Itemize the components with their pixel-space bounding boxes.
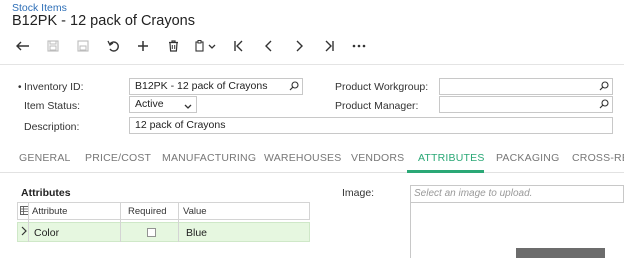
active-tab-indicator (407, 170, 484, 173)
attributes-grid: Attribute Required Value Color Blue (17, 202, 310, 242)
undo-icon[interactable] (98, 36, 128, 56)
search-icon[interactable] (599, 99, 609, 112)
column-header-value[interactable]: Value (183, 206, 207, 217)
description-label: Description: (24, 121, 80, 133)
column-divider (120, 202, 121, 242)
row-expand-icon[interactable] (21, 226, 27, 239)
description-field[interactable]: 12 pack of Crayons (129, 117, 613, 134)
page-title: B12PK - 12 pack of Crayons (12, 13, 195, 29)
previous-icon[interactable] (254, 36, 284, 56)
inventory-id-label: Inventory ID: (24, 81, 84, 93)
tab-manufacturing[interactable]: MANUFACTURING (162, 152, 256, 164)
back-arrow-icon[interactable] (8, 36, 38, 56)
column-header-attribute[interactable]: Attribute (32, 206, 67, 217)
inventory-id-field[interactable]: B12PK - 12 pack of Crayons (129, 78, 303, 95)
table-row[interactable]: Color Blue (17, 222, 310, 242)
required-checkbox[interactable] (147, 228, 156, 240)
tab-warehouses[interactable]: WAREHOUSES (264, 152, 341, 164)
inventory-id-value: B12PK - 12 pack of Crayons (135, 80, 268, 92)
page-header: Stock Items B12PK - 12 pack of Crayons (0, 0, 624, 60)
required-indicator: • (18, 82, 22, 93)
attributes-title: Attributes (21, 187, 71, 199)
tab-bar: GENERAL PRICE/COST MANUFACTURING WAREHOU… (0, 148, 624, 173)
product-manager-field[interactable] (439, 96, 613, 113)
chevron-down-icon (184, 101, 192, 113)
toolbar (8, 36, 374, 56)
save-icon[interactable] (38, 36, 68, 56)
save-close-icon[interactable] (68, 36, 98, 56)
search-icon[interactable] (599, 81, 609, 94)
image-upload-field[interactable]: Select an image to upload. (410, 185, 624, 203)
last-icon[interactable] (314, 36, 344, 56)
copy-paste-icon[interactable] (188, 36, 224, 56)
column-divider (28, 202, 29, 242)
first-icon[interactable] (224, 36, 254, 56)
column-divider (178, 202, 179, 242)
delete-icon[interactable] (158, 36, 188, 56)
column-header-required[interactable]: Required (128, 206, 167, 217)
image-label: Image: (342, 187, 375, 199)
tab-cross-ref[interactable]: CROSS-REF (572, 152, 624, 164)
tab-vendors[interactable]: VENDORS (351, 152, 404, 164)
item-status-select[interactable]: Active (129, 96, 197, 113)
next-icon[interactable] (284, 36, 314, 56)
product-workgroup-label: Product Workgroup: (335, 81, 429, 93)
description-value: 12 pack of Crayons (135, 119, 226, 131)
attribute-cell: Color (34, 227, 60, 239)
item-status-value: Active (135, 98, 164, 110)
product-workgroup-field[interactable] (439, 78, 613, 95)
item-status-label: Item Status: (24, 100, 81, 112)
more-icon[interactable] (344, 36, 374, 56)
image-placeholder-block (516, 248, 605, 258)
grid-header: Attribute Required Value (17, 202, 310, 220)
value-cell[interactable]: Blue (186, 227, 207, 239)
product-manager-label: Product Manager: (335, 100, 419, 112)
tab-attributes[interactable]: ATTRIBUTES (418, 152, 485, 164)
add-icon[interactable] (128, 36, 158, 56)
search-icon[interactable] (289, 81, 299, 94)
tab-packaging[interactable]: PACKAGING (496, 152, 559, 164)
tab-general[interactable]: GENERAL (19, 152, 71, 164)
tab-price-cost[interactable]: PRICE/COST (85, 152, 151, 164)
